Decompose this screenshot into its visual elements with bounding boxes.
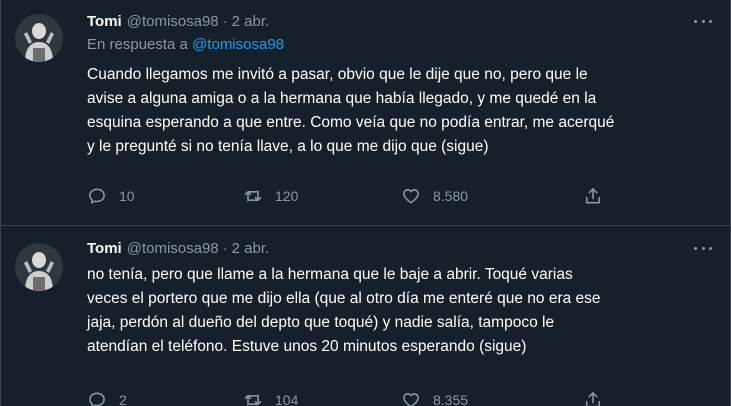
upload-share-icon [585,188,601,204]
tweet-content: Tomi @tomisosa98 · 2 abr. En respuesta a… [87,12,712,204]
tweet-text-line: Cuando llegamos me invitó a pasar, obvio… [87,66,588,83]
author-handle[interactable]: @tomisosa98 [127,239,219,259]
tweet-text-line: no tenía, pero que llame a la hermana qu… [87,266,573,283]
tweet-text: Cuando llegamos me invitó a pasar, obvio… [87,63,712,159]
tweet-actions: 2 104 8.355 [87,386,612,406]
separator-dot: · [222,13,228,30]
more-dots-icon[interactable] [694,16,712,26]
speech-bubble-icon [89,188,105,204]
retweet-button[interactable]: 120 [243,182,298,210]
author-name[interactable]: Tomi [87,239,122,259]
reply-mention-link[interactable]: @tomisosa98 [192,36,284,53]
heart-icon [403,393,419,406]
tweet-header: Tomi @tomisosa98 · 2 abr. [87,239,712,259]
reply-count: 2 [119,392,127,406]
like-button[interactable]: 8.355 [401,386,468,406]
retweet-arrows-icon [244,394,262,406]
share-button[interactable] [583,182,603,210]
author-name[interactable]: Tomi [87,12,122,32]
tweet-content: Tomi @tomisosa98 · 2 abr. no tenía, pero… [87,239,712,406]
tweet-header: Tomi @tomisosa98 · 2 abr. [87,12,712,32]
speech-bubble-icon [89,392,105,406]
upload-share-icon [585,392,601,406]
retweet-button[interactable]: 104 [243,386,298,406]
retweet-count: 120 [275,188,299,204]
like-count: 8.580 [433,188,469,204]
reply-button[interactable]: 10 [87,182,135,210]
separator-dot: · [222,240,228,257]
tweet-date[interactable]: 2 abr. [232,239,270,259]
reply-button[interactable]: 2 [87,386,127,406]
retweet-count: 104 [275,392,299,406]
more-dots-icon[interactable] [694,243,712,253]
heart-icon [403,189,419,204]
tweet-text: no tenía, pero que llame a la hermana qu… [87,263,712,359]
tweet-actions: 10 120 8.580 [87,182,612,210]
reply-count: 10 [119,188,135,204]
tweet-text-line: avise a alguna amiga o a la hermana que … [87,90,597,107]
share-button[interactable] [583,386,603,406]
avatar[interactable] [15,243,63,291]
tweet-text-line: atendían el teléfono. Estuve unos 20 min… [87,338,527,355]
tweet-text-line: veces el portero que me dijo ella (que a… [87,290,601,307]
like-button[interactable]: 8.580 [401,182,468,210]
avatar[interactable] [15,14,63,62]
tweet-text-line: jaja, perdón al dueño del depto que toqu… [87,314,555,331]
tweet-text-line: esquina esperando a que entre. Como veía… [87,114,615,131]
tweet[interactable]: Tomi @tomisosa98 · 2 abr. no tenía, pero… [1,227,730,406]
timeline: Tomi @tomisosa98 · 2 abr. En respuesta a… [0,0,731,406]
author-handle[interactable]: @tomisosa98 [127,12,219,32]
tweet-text-line: y le pregunté si no tenía llave, a lo qu… [87,138,489,155]
tweet-date[interactable]: 2 abr. [232,12,270,32]
like-count: 8.355 [433,392,469,406]
tweet[interactable]: Tomi @tomisosa98 · 2 abr. En respuesta a… [1,0,730,226]
reply-context: En respuesta a @tomisosa98 [87,35,712,55]
reply-prefix: En respuesta a [87,36,188,53]
retweet-arrows-icon [244,190,262,202]
